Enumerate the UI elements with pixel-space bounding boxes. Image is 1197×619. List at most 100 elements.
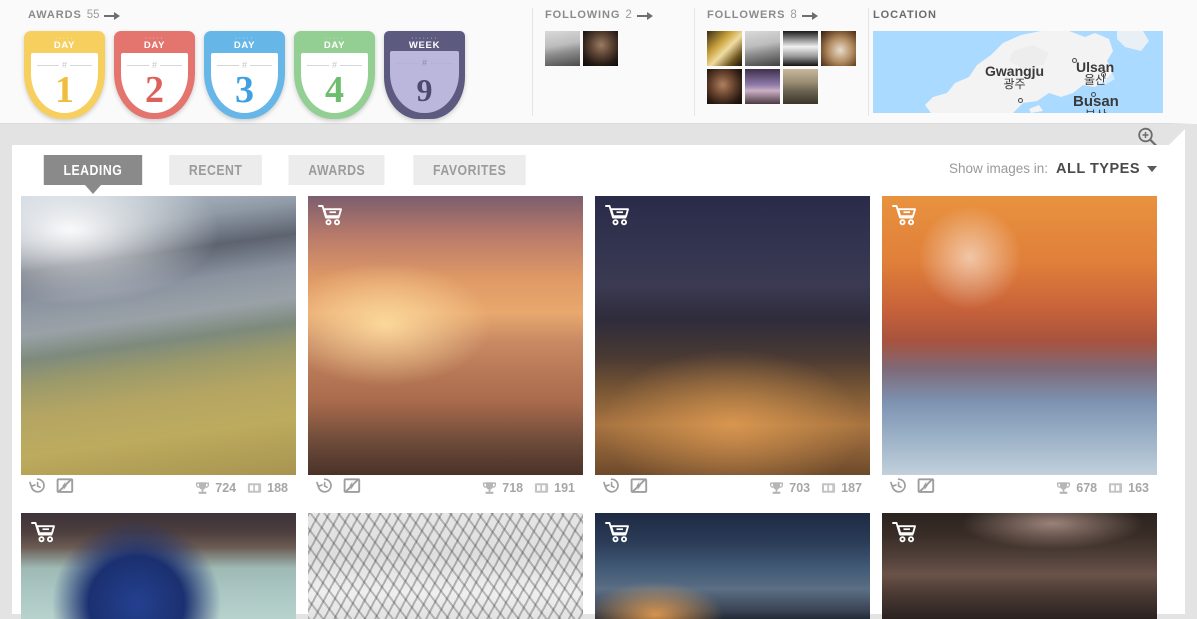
history-clock-icon — [316, 478, 332, 493]
tab-label[interactable]: FAVORITES — [413, 155, 527, 185]
history-clock-icon[interactable] — [890, 477, 907, 499]
photo-card: 678 163 — [882, 196, 1157, 501]
avatar[interactable] — [821, 31, 856, 66]
flash-off-icon[interactable] — [56, 477, 74, 499]
badge-number: 1 — [55, 69, 74, 111]
views-stat: 188 — [247, 481, 288, 495]
views-icon — [535, 483, 549, 493]
views-stat: 191 — [534, 481, 575, 495]
photo-thumbnail[interactable] — [308, 513, 583, 619]
award-stat: 703 — [769, 481, 810, 495]
award-badge[interactable]: ······· WEEK #9 — [384, 31, 465, 119]
following-heading[interactable]: FOLLOWING 2 — [545, 9, 657, 21]
photo-card: 703 187 — [595, 196, 870, 501]
tab-label[interactable]: LEADING — [43, 155, 142, 185]
image-type-filter: Show images in: ALL TYPES — [949, 161, 1157, 177]
views-icon — [1109, 483, 1123, 493]
avatar[interactable] — [783, 31, 818, 66]
tab-label[interactable]: AWARDS — [288, 155, 385, 185]
flash-off-icon[interactable] — [917, 477, 935, 499]
shopping-cart-icon[interactable] — [892, 204, 918, 226]
tab-leading[interactable]: LEADING — [33, 155, 153, 194]
photo-card-footer: 718 191 — [308, 475, 583, 501]
followers-heading[interactable]: FOLLOWERS 8 — [707, 9, 822, 21]
city-name-en: Busan — [1073, 93, 1119, 110]
filter-selected-value: ALL TYPES — [1056, 161, 1140, 177]
history-clock-icon[interactable] — [316, 477, 333, 499]
map-city-busan: Busan 부산 — [1073, 93, 1119, 113]
followers-section: FOLLOWERS 8 — [695, 0, 867, 124]
followers-count: 8 — [790, 9, 797, 21]
awards-label: AWARDS — [28, 9, 82, 21]
views-stat: 187 — [821, 481, 862, 495]
award-badge[interactable]: ····· DAY #1 — [24, 31, 105, 119]
map-pin-extra — [1072, 58, 1077, 63]
history-clock-icon[interactable] — [29, 477, 46, 499]
following-label: FOLLOWING — [545, 9, 621, 21]
photo-card: 718 191 — [308, 196, 583, 501]
photo-card-footer: 724 188 — [21, 475, 296, 501]
chevron-down-icon — [1147, 166, 1157, 172]
avatar[interactable] — [545, 31, 580, 66]
flash-off-icon[interactable] — [630, 477, 648, 499]
award-badge[interactable]: ····· DAY #3 — [204, 31, 285, 119]
photo-thumbnail[interactable] — [882, 196, 1157, 475]
following-thumbnails — [545, 31, 621, 66]
award-badge[interactable]: ····· DAY #4 — [294, 31, 375, 119]
views-count: 191 — [554, 481, 575, 495]
photo-thumbnail[interactable] — [882, 513, 1157, 619]
award-count: 718 — [502, 481, 524, 495]
photo-card — [308, 513, 583, 619]
location-map[interactable]: Gwangju 광주 Ulsan 울산 Busan 부산 — [873, 31, 1163, 113]
location-section: LOCATION Gwangju 광주 Ulsan 울산 Busan — [869, 0, 1197, 124]
history-clock-icon — [603, 478, 619, 493]
avatar[interactable] — [745, 69, 780, 104]
photo-thumbnail[interactable] — [21, 196, 296, 475]
filter-dropdown[interactable]: ALL TYPES — [1056, 161, 1157, 177]
shopping-cart-icon[interactable] — [605, 521, 631, 543]
photo-thumbnail[interactable] — [595, 513, 870, 619]
map-pin-gwangju — [1018, 98, 1023, 103]
views-icon — [248, 483, 262, 493]
history-clock-icon[interactable] — [603, 477, 620, 499]
arrow-right-icon[interactable] — [801, 10, 822, 21]
award-count: 703 — [789, 481, 811, 495]
shopping-cart-icon[interactable] — [605, 204, 631, 226]
photo-card — [21, 513, 296, 619]
views-count: 163 — [1128, 481, 1149, 495]
arrow-right-icon[interactable] — [104, 10, 124, 21]
tab-awards[interactable]: AWARDS — [278, 155, 395, 185]
avatar[interactable] — [583, 31, 618, 66]
shopping-cart-icon[interactable] — [318, 204, 344, 226]
tab-recent[interactable]: RECENT — [159, 155, 272, 185]
award-count: 678 — [1076, 481, 1098, 495]
avatar[interactable] — [707, 69, 742, 104]
city-name-en: Gwangju — [985, 63, 1045, 79]
award-stat: 718 — [482, 481, 523, 495]
following-count: 2 — [625, 9, 632, 21]
awards-heading[interactable]: AWARDS 55 — [28, 9, 124, 21]
map-pin-ulsan — [1101, 72, 1106, 77]
arrow-right-icon[interactable] — [636, 10, 657, 21]
flash-off-icon — [630, 478, 648, 493]
photo-card: 724 188 — [21, 196, 296, 501]
gallery-panel: LEADING RECENT AWARDS FAVORITES Show images… — [12, 129, 1185, 619]
tab-favorites[interactable]: FAVORITES — [401, 155, 538, 185]
location-heading: LOCATION — [873, 9, 937, 21]
award-badge[interactable]: ····· DAY #2 — [114, 31, 195, 119]
badge-rule: # — [396, 59, 454, 68]
shopping-cart-icon[interactable] — [31, 521, 57, 543]
photo-thumbnail[interactable] — [308, 196, 583, 475]
avatar[interactable] — [745, 31, 780, 66]
avatar[interactable] — [707, 31, 742, 66]
photo-thumbnail[interactable] — [595, 196, 870, 475]
shopping-cart-icon[interactable] — [892, 521, 918, 543]
avatar[interactable] — [783, 69, 818, 104]
photo-card — [595, 513, 870, 619]
flash-off-icon[interactable] — [343, 477, 361, 499]
views-stat: 163 — [1108, 481, 1149, 495]
views-count: 187 — [841, 481, 862, 495]
tab-label[interactable]: RECENT — [168, 155, 262, 185]
photo-thumbnail[interactable] — [21, 513, 296, 619]
trophy-icon — [196, 482, 210, 494]
